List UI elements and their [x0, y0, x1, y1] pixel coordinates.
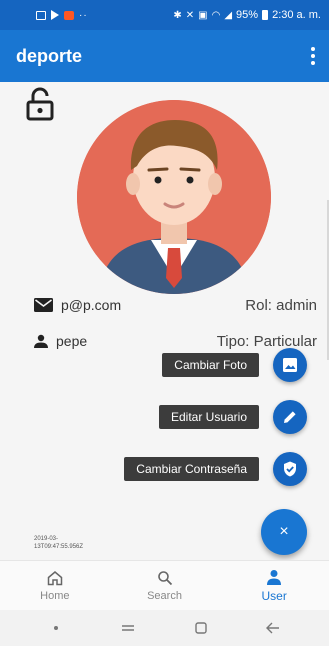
change-photo-action[interactable]: Cambiar Foto — [162, 348, 307, 382]
recents-icon[interactable] — [120, 620, 136, 636]
nfc-icon: ▣ — [198, 9, 208, 21]
email-row: p@p.com — [34, 297, 121, 313]
shield-check-icon[interactable] — [273, 452, 307, 486]
email-value: p@p.com — [61, 297, 122, 313]
lock-open-icon[interactable] — [24, 87, 56, 121]
profile-content: p@p.com Rol: admin pepe Tipo: Particular… — [0, 82, 329, 560]
dot-icon[interactable] — [48, 620, 64, 636]
app-bar: deporte — [0, 30, 329, 82]
image-icon[interactable] — [273, 348, 307, 382]
home-button-icon[interactable] — [193, 620, 209, 636]
gallery-icon — [36, 10, 46, 20]
username-value: pepe — [56, 333, 88, 349]
nav-home-label: Home — [40, 590, 70, 602]
clock: 2:30 a. m. — [272, 9, 321, 21]
bottom-nav: Home Search User — [0, 560, 329, 610]
more-vert-icon[interactable] — [307, 44, 319, 68]
nav-user-label: User — [261, 589, 287, 603]
person-icon — [34, 334, 48, 348]
user-avatar — [77, 100, 271, 294]
search-icon — [157, 571, 172, 586]
change-password-action[interactable]: Cambiar Contraseña — [124, 452, 307, 486]
edit-icon[interactable] — [273, 400, 307, 434]
more-notifications-dots: ·· — [79, 9, 88, 21]
mail-icon — [34, 298, 53, 312]
home-icon — [47, 571, 63, 586]
status-bar: ·· ✱ ✕ ▣ ◠ ◢ 95% 2:30 a. m. — [0, 0, 329, 30]
signal-icon: ◢ — [224, 9, 233, 21]
back-icon[interactable] — [265, 620, 281, 636]
close-fab-label: × — [279, 523, 289, 540]
bluetooth-icon: ✱ — [173, 9, 182, 21]
nav-home[interactable]: Home — [0, 561, 110, 610]
username-row: pepe — [34, 333, 87, 349]
close-icon[interactable]: × — [261, 509, 307, 555]
edit-user-action[interactable]: Editar Usuario — [158, 400, 307, 434]
person-icon — [267, 570, 282, 585]
nav-search[interactable]: Search — [110, 561, 220, 610]
play-icon — [51, 10, 59, 20]
nav-user[interactable]: User — [219, 561, 329, 610]
nav-search-label: Search — [147, 590, 182, 602]
battery-icon — [262, 10, 269, 20]
status-indicators: ✱ ✕ ▣ ◠ ◢ 95% 2:30 a. m. — [173, 9, 321, 21]
change-password-label[interactable]: Cambiar Contraseña — [124, 457, 259, 481]
change-photo-label[interactable]: Cambiar Foto — [162, 353, 259, 377]
mute-icon: ✕ — [185, 9, 195, 21]
app-title: deporte — [16, 45, 83, 66]
app-icon — [64, 10, 74, 20]
edit-user-label[interactable]: Editar Usuario — [158, 405, 259, 429]
role-value: Rol: admin — [245, 297, 317, 314]
status-notifications: ·· — [36, 10, 88, 21]
battery-percent: 95% — [236, 9, 259, 21]
system-nav — [0, 610, 329, 646]
wifi-icon: ◠ — [211, 9, 221, 21]
timestamp: 2019-03-13T09:47:55.956Z — [34, 536, 84, 550]
